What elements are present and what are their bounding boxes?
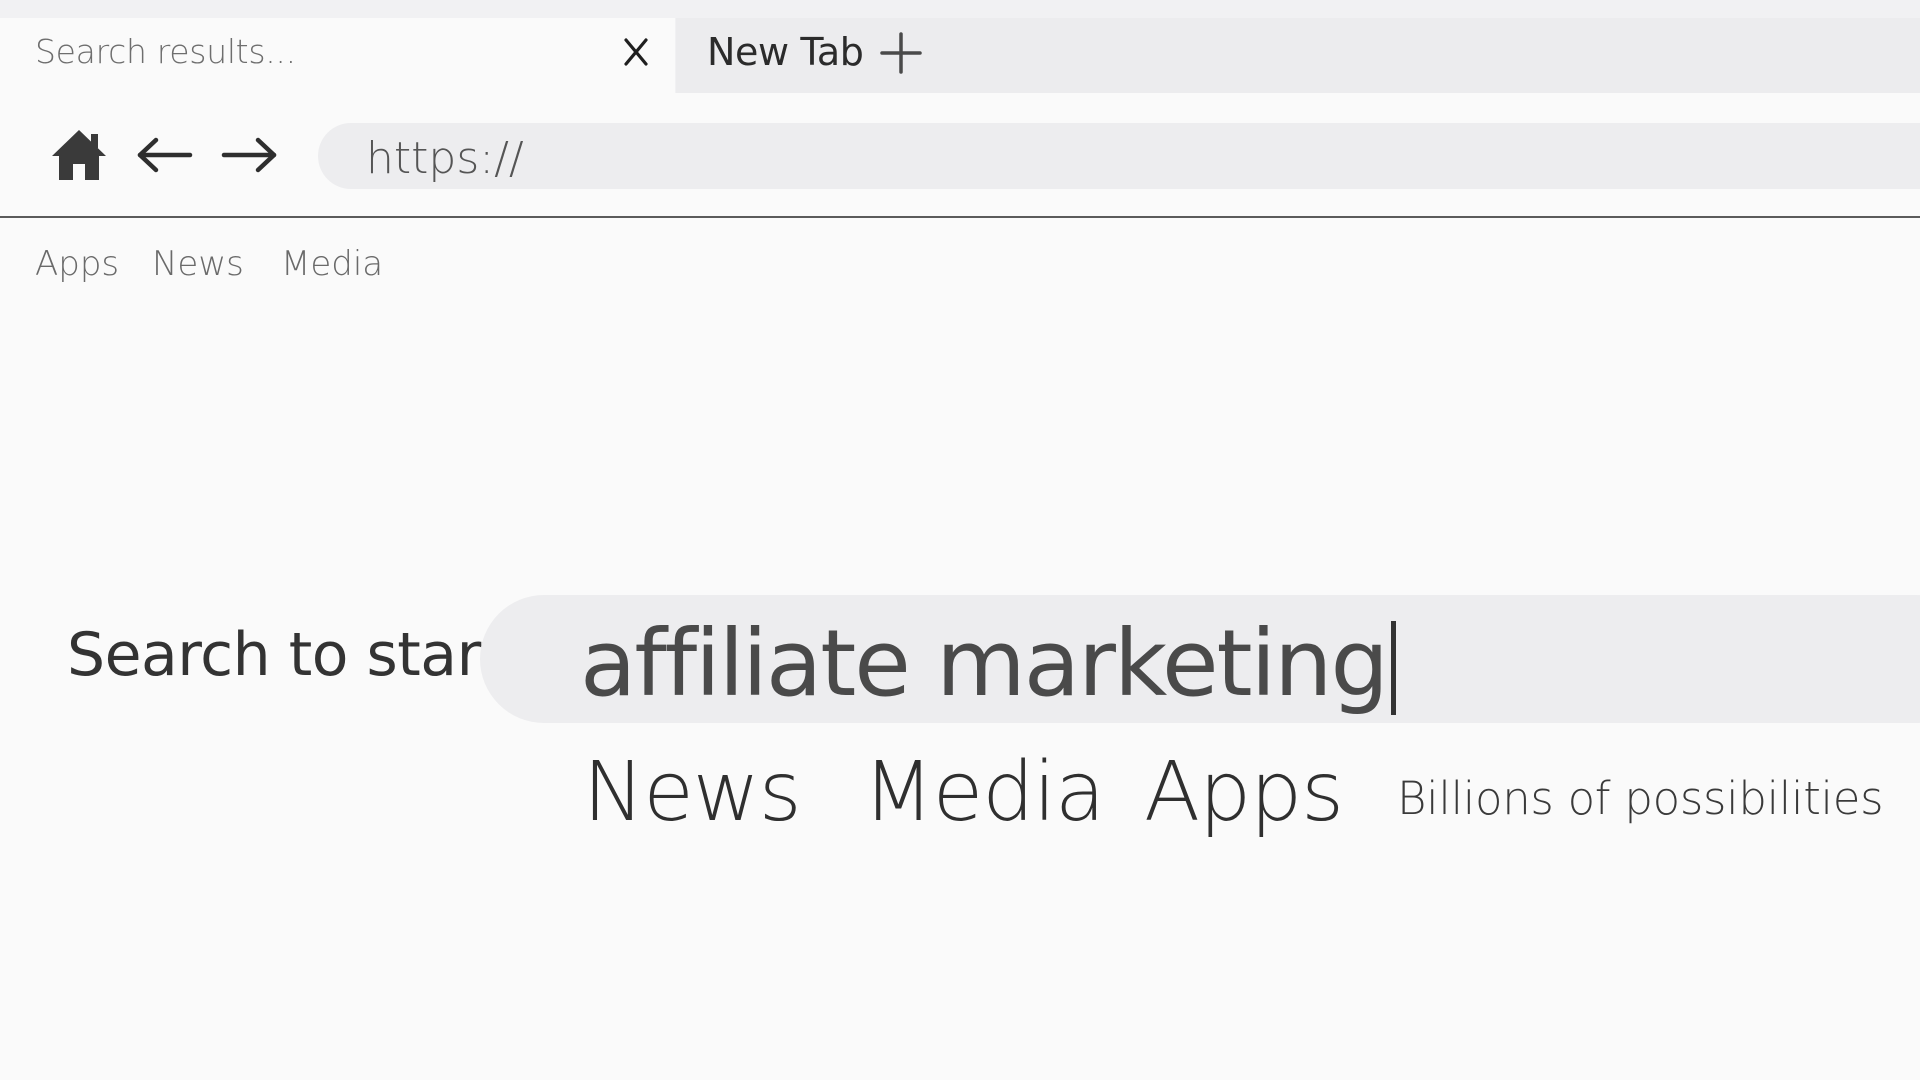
category-apps[interactable]: Apps [1144, 745, 1344, 840]
bookmark-news[interactable]: News [152, 244, 244, 284]
address-bar[interactable]: https:// [318, 123, 1920, 189]
text-caret [1390, 620, 1396, 715]
arrow-left-icon[interactable] [136, 135, 194, 175]
tab-new-title: New Tab [707, 30, 864, 74]
search-query: affiliate marketing [580, 610, 1396, 717]
search-query-text: affiliate marketing [580, 610, 1389, 717]
home-icon[interactable] [50, 128, 108, 182]
browser-window: Search results... New Tab https:// Apps … [0, 0, 1920, 1080]
tagline: Billions of possibilities [1397, 772, 1884, 825]
search-label: Search to start [67, 620, 504, 690]
bookmarks-bar: Apps News Media [0, 240, 1920, 290]
arrow-right-icon[interactable] [220, 135, 278, 175]
bookmark-media[interactable]: Media [281, 244, 383, 284]
close-icon[interactable] [614, 30, 658, 74]
navigation-bar: https:// [0, 93, 1920, 217]
bookmark-apps[interactable]: Apps [35, 244, 119, 284]
category-media[interactable]: Media [863, 745, 1105, 840]
tab-strip: Search results... New Tab [0, 0, 1920, 93]
search-input[interactable]: affiliate marketing [480, 595, 1920, 723]
plus-icon[interactable] [879, 31, 923, 75]
address-text: https:// [366, 133, 524, 184]
category-news[interactable]: News [583, 745, 802, 840]
tab-title: Search results... [35, 32, 296, 71]
toolbar-divider [0, 216, 1920, 218]
